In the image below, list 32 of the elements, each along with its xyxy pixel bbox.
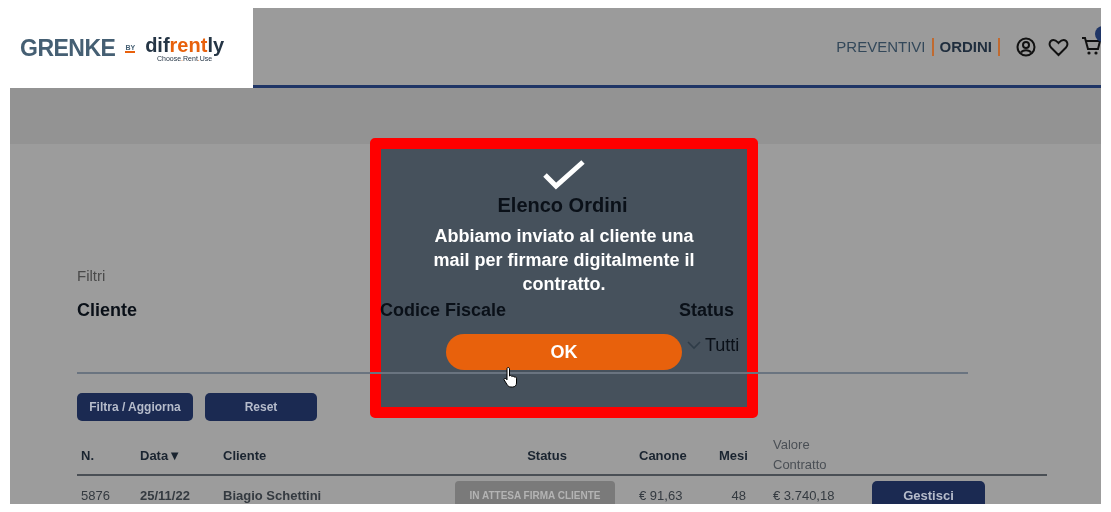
logo-partner-name: difrently (145, 34, 225, 55)
table-cell-text: 48 (730, 487, 746, 503)
status-badge: IN ATTESA FIRMA CLIENTE (455, 481, 615, 504)
column-header: Data▼ (139, 447, 183, 463)
column-header: Canone (638, 447, 688, 463)
table-cell-text: 25/11/22 (139, 487, 191, 503)
filter-label: Cliente (77, 300, 137, 321)
hand-cursor-icon (503, 366, 519, 388)
ok-button[interactable]: OK (446, 334, 682, 370)
filter-button[interactable]: Filtra / Aggiorna (77, 393, 193, 421)
logo-brand-text: GRENKE (20, 34, 116, 62)
column-header: Cliente (222, 447, 268, 463)
column-header: Status (526, 447, 568, 463)
user-icon[interactable] (1016, 37, 1036, 57)
table-cell-text: 5876 (80, 487, 111, 503)
filter-label: Status (679, 300, 734, 321)
page-title: Elenco Ordini (497, 194, 628, 217)
checkmark-icon (542, 159, 586, 191)
column-header: N. (80, 447, 95, 463)
dialog-message: Abbiamo inviato al cliente una mail per firmare digitalmente il contratto. (432, 225, 696, 296)
table-cell-text: Biagio Schettini (222, 487, 323, 503)
column-header: Mesi (718, 447, 746, 463)
reset-button[interactable]: Reset (205, 393, 317, 421)
table-cell-text: € 91,63 (638, 487, 684, 503)
heart-icon[interactable] (1048, 37, 1069, 57)
table-cell-text: € 3.740,18 (772, 487, 836, 503)
nav-link[interactable]: PREVENTIVI (830, 38, 934, 56)
cart-icon[interactable] (1081, 36, 1101, 56)
column-header: Valore Contratto (772, 436, 828, 474)
nav-link[interactable]: ORDINI (933, 38, 1000, 56)
manage-button[interactable]: Gestisci (872, 481, 985, 504)
filters-heading: Filtri (77, 267, 106, 284)
